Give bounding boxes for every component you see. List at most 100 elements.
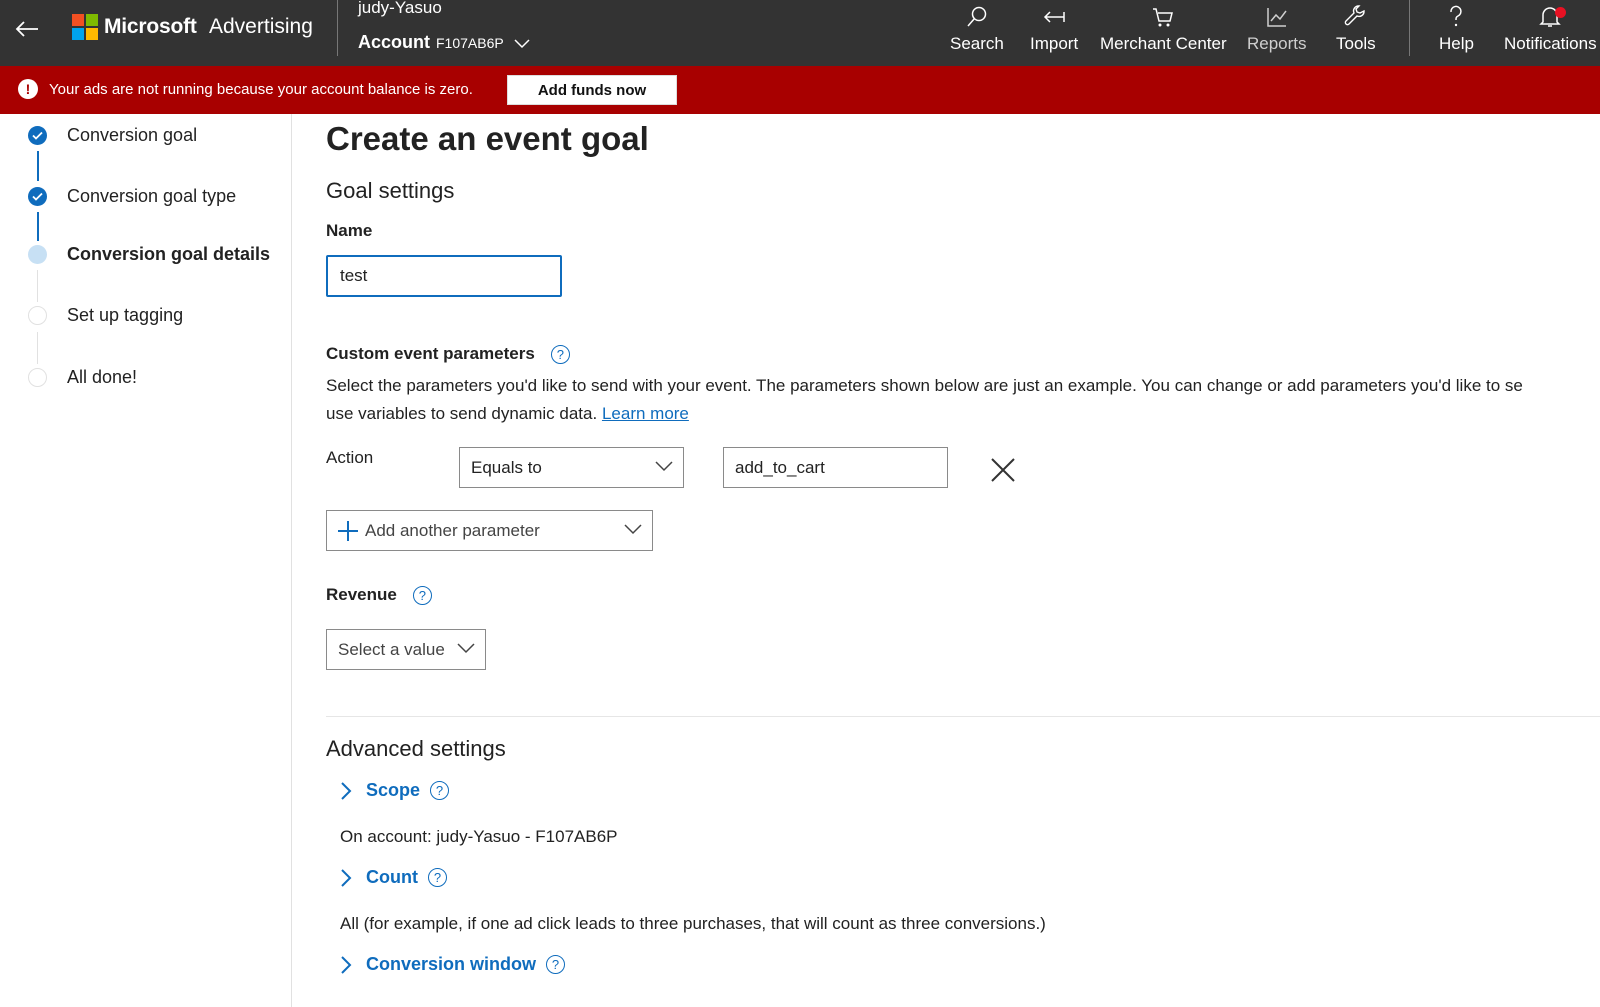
count-label: Count (366, 867, 418, 887)
nav-tools-label: Tools (1336, 34, 1376, 53)
help-icon[interactable]: ? (427, 868, 447, 887)
count-toggle[interactable]: Count ? (340, 867, 447, 888)
step-connector (37, 332, 38, 364)
step-label: All done! (67, 367, 138, 387)
nav-import-label: Import (1030, 34, 1079, 53)
nav-divider-right (1409, 0, 1410, 56)
step-label: Conversion goal (67, 125, 198, 145)
account-selector[interactable]: Account F107AB6P (358, 32, 530, 53)
action-operator-value: Equals to (471, 457, 542, 477)
chevron-down-icon (655, 461, 673, 472)
custom-params-label: Custom event parameters (326, 344, 535, 363)
nav-tools[interactable]: Tools (1336, 4, 1376, 60)
step-label: Conversion goal type (67, 186, 237, 206)
step-empty-dot (28, 368, 47, 387)
top-nav-bar: Microsoft Advertising judy-Yasuo Account… (0, 0, 1600, 66)
revenue-select[interactable]: Select a value (326, 629, 486, 670)
chevron-right-icon (341, 868, 352, 887)
nav-divider (337, 0, 338, 56)
description-line-text: use variables to send dynamic data. (326, 404, 598, 423)
advanced-settings-heading: Advanced settings (326, 736, 506, 761)
custom-params-heading: Custom event parameters ? (326, 344, 570, 364)
help-icon[interactable]: ? (550, 344, 570, 364)
chevron-down-icon (514, 38, 530, 48)
revenue-select-value: Select a value (338, 639, 445, 659)
notification-badge (1555, 7, 1566, 18)
brand-advertising: Advertising (209, 15, 313, 38)
import-icon (1044, 11, 1065, 23)
revenue-heading: Revenue ? (326, 585, 432, 605)
back-arrow-icon (15, 21, 38, 37)
add-funds-button[interactable]: Add funds now (507, 75, 677, 105)
account-id: F107AB6P (436, 34, 504, 51)
description-line: Select the parameters you'd like to send… (326, 376, 1523, 395)
goal-settings-heading: Goal settings (326, 178, 455, 203)
name-label: Name (326, 221, 373, 240)
brand-microsoft: Microsoft (104, 15, 197, 38)
action-label: Action (326, 448, 374, 467)
step-set-up-tagging: Set up tagging (28, 305, 183, 326)
chevron-down-icon (624, 524, 642, 535)
count-value: All (for example, if one ad click leads … (340, 914, 1046, 933)
close-icon[interactable] (989, 456, 1017, 484)
help-icon[interactable]: ? (430, 781, 450, 800)
chevron-right-icon (341, 955, 352, 974)
alert-banner: ! Your ads are not running because your … (0, 66, 1600, 114)
wizard-stepper: Conversion goal Conversion goal type Con… (0, 114, 292, 1007)
add-parameter-dropdown[interactable]: Add another parameter (326, 510, 653, 551)
name-input[interactable] (326, 255, 562, 297)
nav-search[interactable]: Search (950, 4, 1004, 60)
nav-merchant-center[interactable]: Merchant Center (1100, 4, 1227, 60)
add-parameter-label: Add another parameter (365, 520, 540, 540)
step-empty-dot (28, 306, 47, 325)
description-line-2: use variables to send dynamic data. Lear… (326, 400, 1600, 428)
account-user-name: judy-Yasuo (358, 0, 442, 17)
step-check-icon (28, 126, 47, 145)
help-icon[interactable]: ? (546, 955, 566, 974)
wrench-icon (1344, 5, 1365, 26)
action-value-input[interactable] (723, 447, 948, 488)
nav-search-label: Search (950, 34, 1004, 53)
plus-icon (338, 520, 358, 541)
scope-toggle[interactable]: Scope ? (340, 780, 450, 801)
step-conversion-goal[interactable]: Conversion goal (28, 125, 197, 146)
nav-help-label: Help (1439, 34, 1474, 53)
nav-notifications[interactable]: Notifications (1504, 4, 1597, 60)
nav-reports-label: Reports (1247, 34, 1307, 53)
scope-value: On account: judy-Yasuo - F107AB6P (340, 827, 618, 846)
help-icon[interactable]: ? (412, 585, 432, 605)
nav-reports[interactable]: Reports (1247, 4, 1307, 60)
step-connector (37, 212, 39, 241)
question-icon (1450, 5, 1463, 27)
alert-icon: ! (18, 79, 38, 99)
revenue-label: Revenue (326, 585, 397, 604)
section-divider (326, 716, 1600, 717)
step-conversion-goal-details[interactable]: Conversion goal details (28, 244, 270, 265)
microsoft-logo (72, 14, 98, 40)
conversion-window-label: Conversion window (366, 954, 537, 974)
nav-notifications-label: Notifications (1504, 34, 1597, 53)
learn-more-link[interactable]: Learn more (602, 404, 689, 423)
back-button[interactable] (12, 14, 42, 44)
step-label: Conversion goal details (67, 244, 271, 264)
nav-import[interactable]: Import (1030, 4, 1078, 60)
chevron-right-icon (341, 781, 352, 800)
page-title: Create an event goal (326, 120, 649, 157)
scope-label: Scope (366, 780, 421, 800)
nav-help[interactable]: Help (1439, 4, 1474, 60)
chart-icon (1267, 8, 1287, 27)
action-operator-dropdown[interactable]: Equals to (459, 447, 684, 488)
search-icon (967, 6, 987, 27)
step-connector (37, 151, 39, 181)
chevron-down-icon (457, 643, 475, 654)
step-all-done: All done! (28, 367, 137, 388)
step-check-icon (28, 187, 47, 206)
step-label: Set up tagging (67, 305, 184, 325)
account-label: Account (358, 32, 430, 52)
alert-message: Your ads are not running because your ac… (49, 81, 473, 98)
step-conversion-goal-type[interactable]: Conversion goal type (28, 186, 236, 207)
step-current-dot (28, 245, 47, 264)
custom-params-description: Select the parameters you'd like to send… (326, 372, 1600, 428)
nav-merchant-center-label: Merchant Center (1100, 34, 1227, 53)
conversion-window-toggle[interactable]: Conversion window ? (340, 954, 566, 975)
